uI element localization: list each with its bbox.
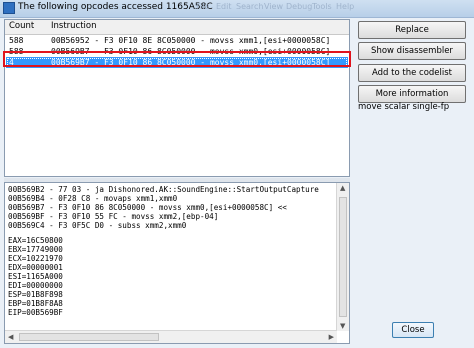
scroll-right-icon[interactable]: ▶: [329, 333, 334, 341]
register-value: EBP=01B8F8A8: [8, 299, 63, 308]
ghost-menu-item: Debug: [286, 2, 313, 11]
disasm-line: 00B569B2 - 77 03 - ja Dishonored.AK::Sou…: [8, 185, 319, 194]
register-value: ESP=01B8F898: [8, 290, 63, 299]
horizontal-scroll-thumb[interactable]: [19, 333, 159, 341]
vertical-scroll-thumb[interactable]: [339, 197, 347, 317]
disasm-line: 00B569B7 - F3 0F10 86 8C050000 - movss x…: [8, 203, 287, 212]
opcode-list[interactable]: Count Instruction 588 00B56952 - F3 0F10…: [4, 19, 350, 177]
highlight-annotation-box: [3, 51, 351, 67]
ghost-menu-item: Tools: [312, 2, 332, 11]
disasm-line: 00B569B4 - 0F28 C8 - movaps xmm1,xmm0: [8, 194, 178, 203]
scroll-up-icon[interactable]: ▲: [340, 184, 345, 192]
disasm-line: 00B569BF - F3 0F10 55 FC - movss xmm2,[e…: [8, 212, 219, 221]
instruction-description: move scalar single-fp: [358, 102, 450, 112]
ghost-menu-item: Search: [236, 2, 264, 11]
register-value: ESI=1165A000: [8, 272, 63, 281]
register-value: EAX=16C50800: [8, 236, 63, 245]
window-title: The following opcodes accessed 1165A58C: [18, 2, 213, 12]
more-information-button[interactable]: More information: [358, 85, 466, 103]
column-header-instruction[interactable]: Instruction: [51, 21, 97, 31]
close-button[interactable]: Close: [392, 322, 434, 338]
register-value: EIP=00B569BF: [8, 308, 63, 317]
scroll-left-icon[interactable]: ◀: [8, 333, 13, 341]
scroll-down-icon[interactable]: ▼: [340, 322, 345, 330]
register-value: ECX=10221970: [8, 254, 63, 263]
horizontal-scrollbar[interactable]: ◀ ▶: [5, 330, 337, 343]
list-row[interactable]: 588 00B56952 - F3 0F10 8E 8C050000 - mov…: [6, 35, 348, 46]
replace-button[interactable]: Replace: [358, 21, 466, 39]
title-bar: The following opcodes accessed 1165A58C …: [0, 0, 474, 18]
row-instruction: 00B56952 - F3 0F10 8E 8C050000 - movss x…: [51, 36, 331, 45]
column-header-count[interactable]: Count: [9, 21, 34, 31]
show-disassembler-button[interactable]: Show disassembler: [358, 42, 466, 60]
register-value: EBX=17749000: [8, 245, 63, 254]
list-header: Count Instruction: [5, 20, 349, 35]
vertical-scrollbar[interactable]: ▲ ▼: [336, 183, 349, 331]
ghost-menu-item: Edit: [216, 2, 232, 11]
app-icon: [3, 2, 15, 14]
ghost-menu-item: Help: [336, 2, 355, 11]
ghost-menu-item: File: [196, 2, 210, 11]
register-value: EDI=00000000: [8, 281, 63, 290]
disassembly-detail-pane[interactable]: 00B569B2 - 77 03 - ja Dishonored.AK::Sou…: [4, 182, 350, 344]
row-count: 588: [9, 36, 24, 45]
disasm-line: 00B569C4 - F3 0F5C D0 - subss xmm2,xmm0: [8, 221, 187, 230]
ghost-menu-item: View: [264, 2, 283, 11]
opcode-access-window: The following opcodes accessed 1165A58C …: [0, 0, 474, 348]
add-to-codelist-button[interactable]: Add to the codelist: [358, 64, 466, 82]
register-value: EDX=00000001: [8, 263, 63, 272]
